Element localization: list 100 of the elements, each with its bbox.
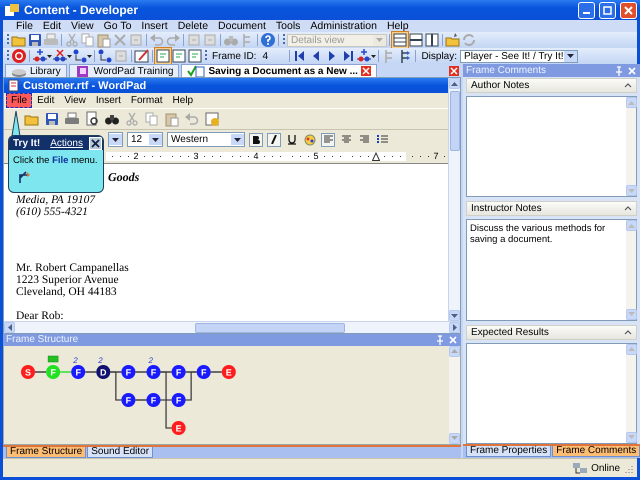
caret-icon[interactable] (67, 54, 72, 58)
bold-button[interactable] (249, 132, 263, 146)
menu-item[interactable]: Format (126, 93, 168, 108)
close-icon[interactable] (627, 66, 638, 76)
menu-item[interactable]: File (6, 93, 32, 108)
color-icon[interactable] (303, 132, 317, 146)
arrow-right-icon (452, 324, 456, 331)
frame-node[interactable]: D (96, 364, 110, 379)
status-text: Online (591, 462, 620, 474)
close-icon[interactable] (449, 66, 459, 76)
script-dropdown[interactable]: Western (167, 132, 245, 147)
arrow-down-icon (628, 188, 636, 193)
add-node-icon[interactable] (32, 48, 48, 64)
caret-icon[interactable] (87, 54, 92, 58)
maximize-button[interactable] (599, 2, 616, 18)
menu-item[interactable]: Tools (270, 20, 306, 32)
frame-node[interactable]: F (196, 364, 211, 379)
menu-item[interactable]: Go To (98, 20, 136, 32)
menu-item[interactable]: Help (382, 20, 414, 32)
help-icon[interactable] (260, 32, 276, 48)
frame-node[interactable]: F (172, 364, 186, 379)
date-time-icon[interactable] (204, 111, 220, 127)
frame-node[interactable]: E (172, 420, 186, 435)
add-node-icon[interactable] (356, 48, 372, 64)
pin-icon[interactable] (435, 334, 445, 345)
menu-item[interactable]: File (11, 20, 38, 32)
menu-item[interactable]: Insert (136, 20, 173, 32)
frame-node[interactable]: F (146, 364, 160, 379)
print-icon[interactable] (64, 111, 80, 127)
collapse-icon[interactable] (624, 328, 632, 336)
frame-node[interactable]: F (121, 392, 136, 407)
grid-view-icon[interactable] (392, 32, 408, 48)
ruler-number: 2 (132, 152, 140, 160)
underline-button[interactable] (285, 132, 299, 146)
panel-tab[interactable]: Frame Properties (466, 446, 552, 457)
arrow-up-icon (628, 347, 636, 352)
delete-node-icon[interactable] (52, 48, 68, 64)
scrollbar-thumb[interactable] (195, 322, 345, 332)
frame-node[interactable]: S (21, 364, 35, 379)
bold-icon (252, 135, 260, 144)
margin-marker-icon[interactable] (372, 152, 380, 160)
scroll-left-button[interactable] (4, 322, 15, 333)
caret-icon[interactable] (371, 54, 376, 58)
collapse-icon[interactable] (624, 82, 632, 89)
document-tab[interactable]: Library (5, 64, 67, 77)
save-icon[interactable] (44, 111, 60, 127)
italic-button[interactable] (267, 132, 281, 146)
print-preview-icon[interactable] (84, 111, 100, 127)
panel-tab[interactable]: Sound Editor (87, 446, 154, 458)
frame-node[interactable]: F (172, 392, 186, 407)
actions-link[interactable]: Actions (50, 138, 83, 148)
document-tab[interactable]: Saving a Document as a New ... (181, 64, 377, 77)
menu-item[interactable]: Insert (90, 93, 126, 108)
rows-view-icon[interactable] (408, 32, 424, 48)
columns-view-icon[interactable] (424, 32, 440, 48)
close-icon[interactable] (448, 334, 458, 345)
scroll-right-button[interactable] (449, 322, 460, 333)
scroll-down-button[interactable] (449, 310, 460, 321)
pin-icon[interactable] (614, 66, 624, 76)
font-dropdown[interactable] (108, 132, 123, 147)
collapse-icon[interactable] (624, 205, 632, 212)
menu-item[interactable]: Edit (38, 20, 66, 32)
panel-tab[interactable]: Frame Structure (6, 446, 86, 458)
mode-icon[interactable] (187, 48, 203, 64)
caret-icon[interactable] (47, 54, 52, 58)
scroll-up-button[interactable] (449, 78, 460, 89)
menu-item[interactable]: Document (213, 20, 271, 32)
frame-node[interactable]: E (222, 364, 236, 379)
frame-node[interactable]: F (146, 392, 160, 407)
folder-icon[interactable] (445, 32, 461, 48)
frame-node[interactable]: F (71, 364, 86, 379)
align-left-button[interactable] (321, 132, 335, 146)
paste-icon[interactable] (164, 111, 180, 127)
edit-icon[interactable] (134, 48, 150, 64)
save-icon[interactable] (27, 32, 43, 48)
display-dropdown[interactable]: Player - See It! / Try It! (460, 50, 578, 62)
menu-item[interactable]: Delete (172, 20, 214, 32)
font-size-dropdown[interactable]: 12 (127, 132, 163, 147)
menu-item[interactable]: Edit (32, 93, 60, 108)
minimize-button[interactable] (578, 2, 595, 18)
document-tab[interactable]: WordPad Training (68, 64, 180, 77)
resize-grip-icon[interactable] (623, 463, 633, 473)
frame-node[interactable]: F (121, 364, 136, 379)
menu-item[interactable]: Help (168, 93, 198, 108)
record-icon[interactable] (11, 48, 27, 64)
menu-item[interactable]: View (66, 20, 99, 32)
dropdown-arrow-icon (567, 54, 574, 58)
panel-tab[interactable]: Frame Comments (552, 446, 640, 457)
scrollbar-thumb[interactable] (450, 91, 460, 151)
mode-icon[interactable] (171, 48, 187, 64)
mode-icon[interactable] (155, 48, 171, 64)
menu-item[interactable]: Administration (305, 20, 382, 32)
section-header[interactable]: Expected Results (466, 324, 638, 340)
menu-item[interactable]: View (59, 93, 91, 108)
connect-icon[interactable] (97, 48, 113, 64)
node-icon[interactable] (72, 48, 88, 64)
section-header[interactable]: Instructor Notes (466, 201, 638, 216)
section-header[interactable]: Author Notes (466, 78, 638, 93)
close-button[interactable] (89, 136, 102, 150)
close-tab-icon[interactable] (360, 66, 371, 76)
